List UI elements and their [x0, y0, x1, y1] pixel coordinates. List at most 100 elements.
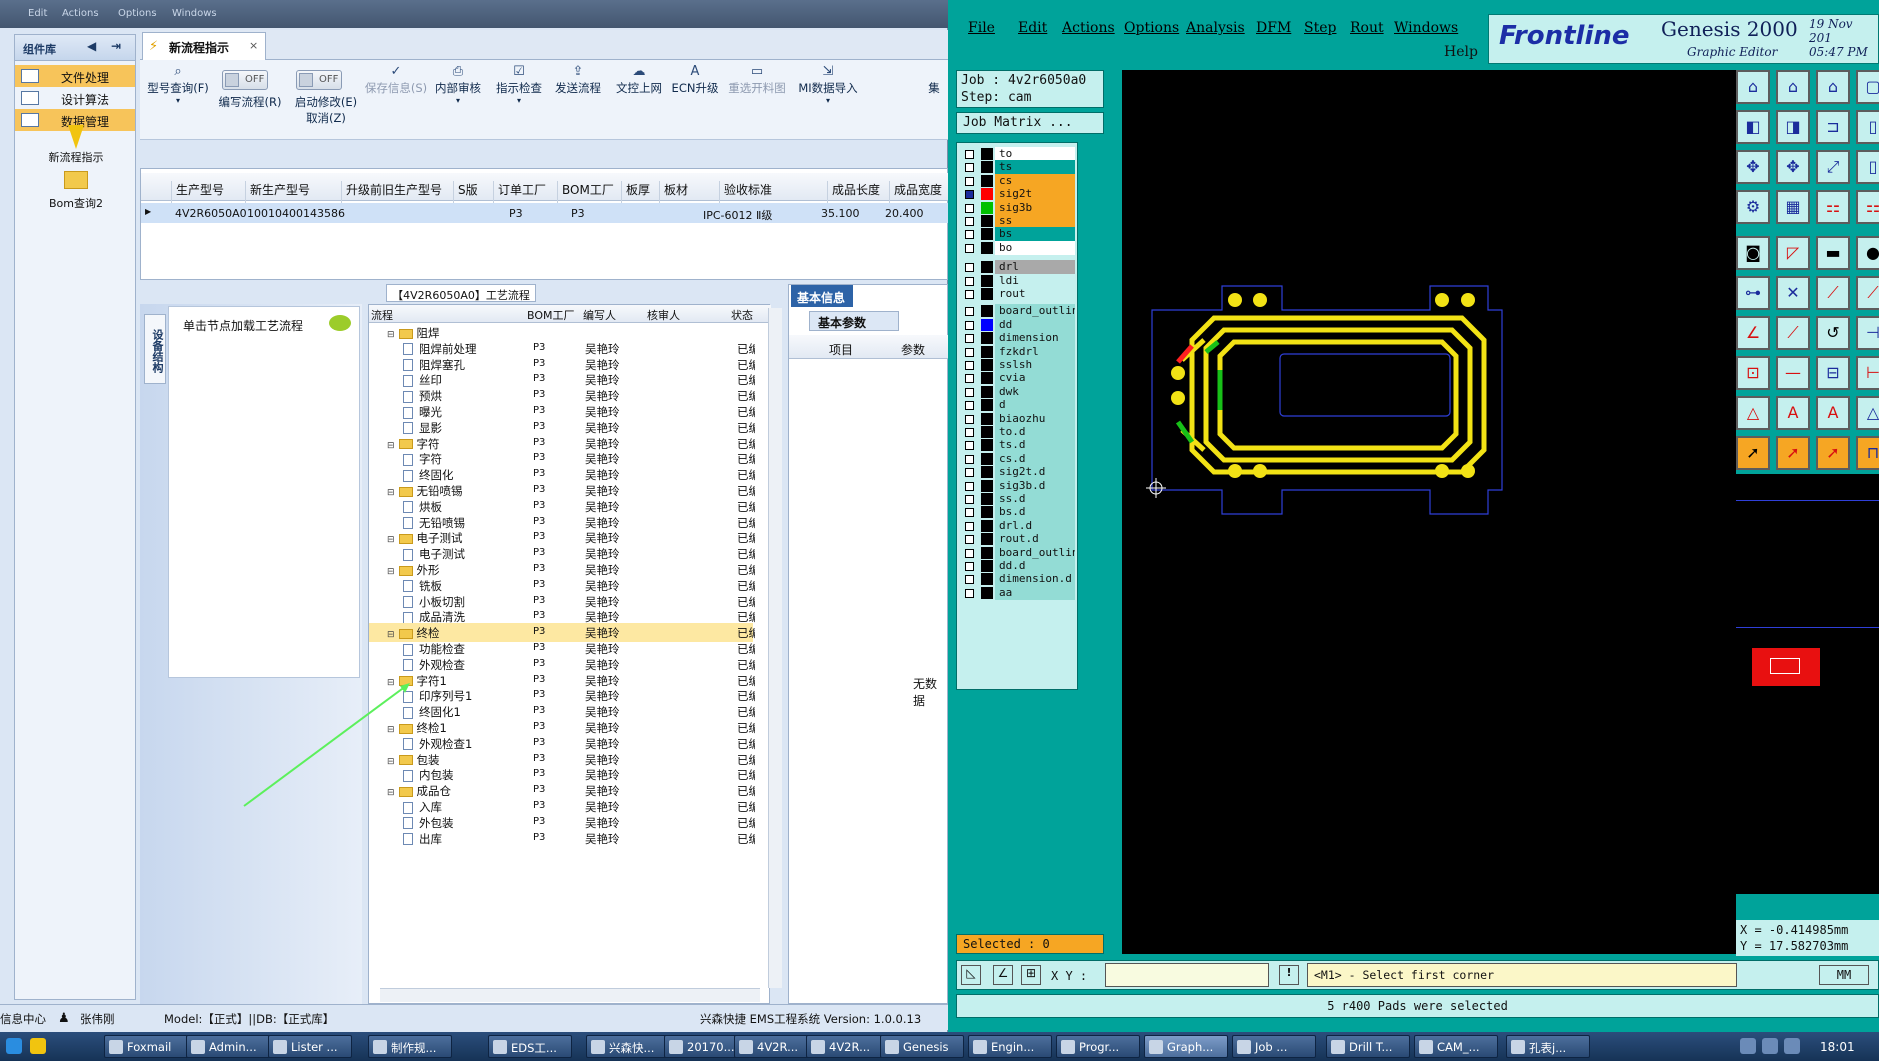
tree-horizontal-scrollbar[interactable] [380, 988, 760, 1002]
layer-checkbox[interactable] [965, 243, 974, 253]
taskbar-button[interactable]: 孔表j... [1506, 1035, 1590, 1058]
tray-network-icon[interactable] [1762, 1038, 1778, 1054]
tool-button[interactable]: A [1816, 396, 1850, 430]
layer-checkbox[interactable] [965, 217, 974, 226]
layer-name[interactable]: board_outline [995, 545, 1075, 560]
layer-name[interactable]: dd.d [995, 559, 1075, 573]
tool-button[interactable]: ▢ [1856, 70, 1879, 104]
layer-checkbox[interactable] [965, 263, 974, 273]
collect-button[interactable]: 集 [924, 80, 944, 96]
layer-checkbox[interactable] [965, 387, 974, 397]
tool-button[interactable]: ✕ [1776, 276, 1810, 310]
layer-name[interactable]: cs.d [995, 451, 1075, 466]
layer-checkbox[interactable] [965, 334, 974, 344]
tool-button[interactable]: ⟋ [1776, 316, 1810, 350]
layer-name[interactable]: aa [995, 585, 1075, 600]
tool-button[interactable]: ▬ [1816, 236, 1850, 270]
layer-row[interactable]: rout.d [959, 532, 1075, 547]
select-tool-button[interactable]: ➚ [1776, 436, 1810, 470]
layer-checkbox[interactable] [965, 535, 974, 545]
menu-actions[interactable]: Actions [1062, 20, 1115, 36]
tab-new-flow-guide[interactable]: ⚡ 新流程指示 × [142, 32, 266, 60]
layer-row[interactable]: ss [959, 214, 1075, 228]
layer-row[interactable]: cvia [959, 371, 1075, 386]
layer-checkbox[interactable] [965, 508, 974, 518]
layer-checkbox[interactable] [965, 428, 974, 437]
taskbar-button[interactable]: EDS工... [488, 1035, 572, 1058]
layer-name[interactable]: board_outline [995, 304, 1075, 319]
type-query-button[interactable]: ⌕ 型号查询(F) ▾ [144, 64, 212, 105]
layer-name[interactable]: dimension.d [995, 572, 1075, 587]
taskbar-button[interactable]: Engin... [968, 1035, 1052, 1058]
taskbar-button[interactable]: Progr... [1056, 1035, 1140, 1058]
snap-icon[interactable]: ◺ [961, 965, 981, 985]
layer-checkbox[interactable] [965, 495, 974, 504]
layer-name[interactable]: sig2t [995, 187, 1075, 202]
xy-input[interactable] [1105, 963, 1269, 987]
menu-analysis[interactable]: Analysis [1186, 20, 1245, 36]
tab-basic-info[interactable]: 基本信息 [791, 285, 853, 307]
layer-checkbox[interactable] [965, 361, 974, 370]
bom-query-label[interactable]: Bom查询2 [23, 195, 129, 211]
layer-color-swatch[interactable] [981, 201, 993, 214]
layer-name[interactable]: dimension [995, 331, 1075, 346]
taskbar-button[interactable]: 制作规... [368, 1035, 452, 1058]
layer-checkbox[interactable] [965, 347, 974, 357]
layer-name[interactable]: biaozhu [995, 411, 1075, 426]
layer-color-swatch[interactable] [981, 452, 993, 465]
layer-checkbox[interactable] [965, 481, 974, 491]
mi-import-button[interactable]: ⇲ MI数据导入 ▾ [794, 64, 862, 105]
tool-button[interactable]: ⊣ [1856, 316, 1879, 350]
layer-row[interactable]: sig2t.d [959, 465, 1075, 480]
taskbar-button[interactable]: 兴森快... [586, 1035, 670, 1058]
select-tool-button[interactable]: ➚ [1816, 436, 1850, 470]
layer-color-swatch[interactable] [981, 215, 993, 227]
column-header[interactable]: 新生产型号 [245, 181, 329, 203]
tool-button[interactable]: ⊶ [1736, 276, 1770, 310]
new-flow-label[interactable]: 新流程指示 [23, 149, 129, 165]
menu-windows[interactable]: Windows [1394, 20, 1458, 36]
layer-color-swatch[interactable] [981, 148, 993, 160]
layer-color-swatch[interactable] [981, 506, 993, 519]
start-modify-toggle[interactable]: OFF [296, 70, 342, 90]
layer-color-swatch[interactable] [981, 466, 993, 479]
layer-name[interactable]: dwk [995, 384, 1075, 399]
tool-button[interactable]: ◙ [1736, 236, 1770, 270]
layer-color-swatch[interactable] [981, 188, 993, 201]
tree-vertical-scrollbar[interactable] [768, 308, 782, 988]
tool-button[interactable]: ● [1856, 236, 1879, 270]
bom-query-shortcut[interactable] [23, 171, 129, 193]
layer-checkbox[interactable] [965, 468, 974, 478]
layer-color-swatch[interactable] [981, 560, 993, 572]
taskbar-button[interactable]: 4V2R... [806, 1035, 890, 1058]
pin-icon[interactable]: ⇥ [111, 39, 121, 53]
tool-button[interactable]: ⚏ [1856, 190, 1879, 224]
tool-button[interactable]: ⚙ [1736, 190, 1770, 224]
layer-row[interactable]: biaozhu [959, 411, 1075, 426]
layer-row[interactable]: cs [959, 173, 1075, 188]
column-header[interactable]: 项目 [829, 341, 853, 358]
tool-button[interactable]: ⤢ [1816, 150, 1850, 184]
job-matrix-button[interactable]: Job Matrix ... [956, 112, 1104, 134]
layer-color-swatch[interactable] [981, 288, 993, 300]
layer-checkbox[interactable] [965, 562, 974, 571]
layer-color-swatch[interactable] [981, 385, 993, 398]
layer-checkbox[interactable] [965, 548, 974, 558]
taskbar-button[interactable]: Drill T... [1326, 1035, 1410, 1058]
layer-color-swatch[interactable] [981, 174, 993, 187]
edit-flow-toggle[interactable]: OFF [222, 70, 268, 90]
tool-button[interactable]: ⊢ [1856, 356, 1879, 390]
column-header[interactable]: 升级前旧生产型号 [341, 181, 449, 203]
layer-checkbox[interactable] [965, 190, 974, 200]
layer-row[interactable]: to.d [959, 425, 1075, 439]
tool-button[interactable]: ⟋ [1816, 276, 1850, 310]
tool-button[interactable]: ∠ [1736, 316, 1770, 350]
column-header[interactable]: 流程 [371, 307, 393, 323]
tab-close-icon[interactable]: × [249, 39, 258, 52]
layer-color-swatch[interactable] [981, 573, 993, 586]
layer-row[interactable]: bs.d [959, 505, 1075, 520]
layer-color-swatch[interactable] [981, 359, 993, 371]
column-header[interactable]: 板材 [659, 181, 693, 203]
layer-name[interactable]: cs [995, 173, 1075, 188]
taskbar-button[interactable]: CAM_... [1414, 1035, 1498, 1058]
